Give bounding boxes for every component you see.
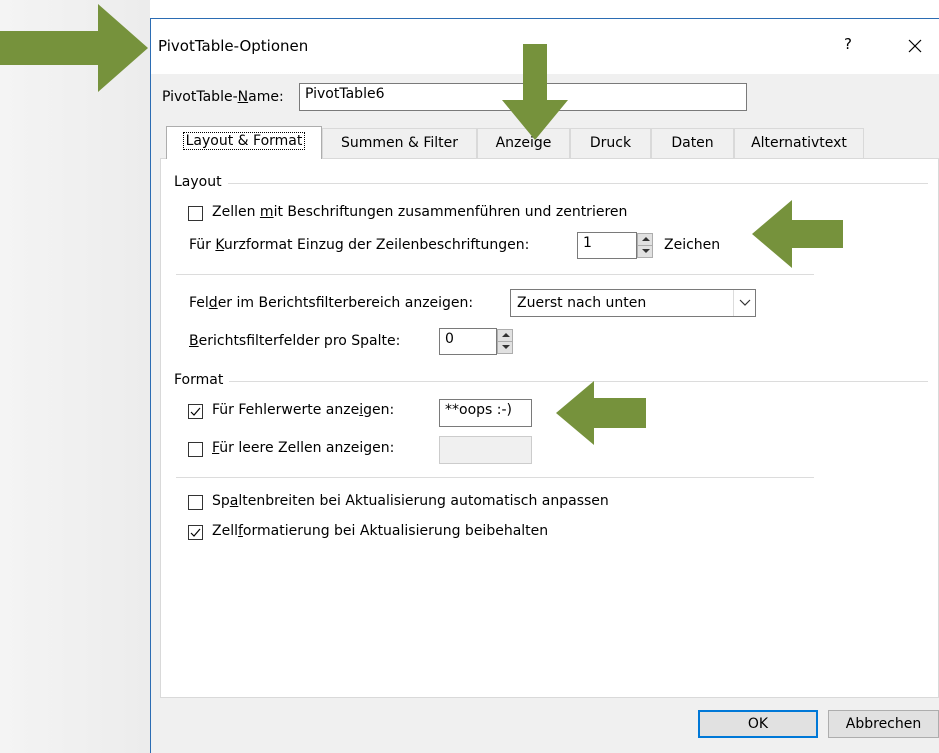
label-part: Zell (212, 523, 238, 539)
preserve-formatting-checkbox[interactable] (188, 525, 203, 540)
preserve-formatting-label: Zellformatierung bei Aktualisierung beib… (212, 523, 548, 539)
format-group-line (176, 381, 928, 382)
label-part: K (215, 237, 224, 253)
error-values-label: Für Fehlerwerte anzeigen: (212, 402, 394, 418)
filter-area-value: Zuerst nach unten (517, 295, 647, 311)
pivottable-name-value: PivotTable6 (305, 86, 385, 102)
empty-cells-checkbox[interactable] (188, 442, 203, 457)
tab-label: Summen & Filter (340, 135, 458, 151)
label-part: m (259, 204, 274, 220)
label-part: ür leere Zellen anzeigen: (219, 440, 395, 456)
label-part: B (189, 333, 199, 349)
empty-cells-label: Für leere Zellen anzeigen: (212, 440, 394, 456)
tab-label: Druck (589, 135, 632, 151)
spin-up-icon[interactable] (498, 330, 512, 342)
help-button[interactable]: ? (836, 35, 860, 59)
pivottable-name-label: PivotTable-Name: (162, 89, 284, 105)
separator (176, 477, 814, 478)
label-part: Zellen (212, 204, 260, 220)
merge-cells-label: Zellen mit Beschriftungen zusammenführen… (212, 204, 627, 220)
tab-label: Alternativtext (751, 135, 847, 151)
label-part: it Beschriftungen zusammenführen und zen… (273, 204, 628, 220)
layout-group-line (176, 183, 928, 184)
layout-group-title: Layout (174, 174, 228, 190)
tab-alternativtext[interactable]: Alternativtext (734, 128, 864, 158)
label-part: urzformat Einzug der Zeilenbeschriftunge… (223, 237, 530, 253)
close-button[interactable] (901, 32, 929, 60)
error-values-checkbox[interactable] (188, 404, 203, 419)
spin-down-icon[interactable] (498, 342, 512, 354)
label-part: N (237, 89, 249, 105)
label-part: ormatierung bei Aktualisierung beibehalt… (242, 523, 549, 539)
indent-unit: Zeichen (664, 237, 721, 253)
merge-cells-checkbox[interactable] (188, 206, 203, 221)
label-part: ame: (248, 89, 284, 105)
autofit-columns-checkbox[interactable] (188, 495, 203, 510)
spin-down-icon[interactable] (638, 246, 652, 258)
background (0, 0, 150, 753)
label-part: ltenbreiten bei Aktualisierung automatis… (238, 493, 609, 509)
checkmark-icon (190, 528, 201, 537)
tab-layout-format[interactable]: Layout & Format (166, 126, 322, 159)
chevron-down-icon[interactable] (733, 290, 755, 316)
label-part: Für (189, 237, 216, 253)
ok-button[interactable]: OK (698, 710, 818, 738)
dialog-title: PivotTable-Optionen (158, 37, 309, 55)
label-part: d (208, 295, 218, 311)
filter-per-column-value: 0 (445, 331, 454, 347)
label-part: Für Fehlerwerte anze (212, 402, 360, 418)
separator (176, 274, 814, 275)
label-part: er im Berichtsfilterbereich anzeigen: (217, 295, 474, 311)
tab-daten[interactable]: Daten (651, 128, 734, 158)
filter-area-select[interactable]: Zuerst nach unten (510, 289, 756, 317)
error-values-value: **oops :-) (445, 402, 512, 418)
empty-cells-input (439, 436, 532, 464)
tab-label: Layout & Format (182, 132, 306, 150)
filter-per-column-input[interactable]: 0 (439, 328, 497, 355)
error-values-input[interactable]: **oops :-) (439, 399, 532, 427)
close-icon (908, 39, 922, 53)
indent-value: 1 (583, 235, 592, 251)
indent-input[interactable]: 1 (577, 232, 637, 259)
annotation-arrow-down (502, 44, 568, 140)
cancel-button[interactable]: Abbrechen (828, 710, 939, 738)
label-part: Sp (212, 493, 230, 509)
tab-druck[interactable]: Druck (570, 128, 651, 158)
indent-spinner[interactable] (637, 233, 653, 258)
spin-up-icon[interactable] (638, 234, 652, 246)
format-group-title: Format (174, 372, 230, 388)
label-part: erichtsfilterfelder pro Spalte: (198, 333, 401, 349)
indent-label: Für Kurzformat Einzug der Zeilenbeschrif… (189, 237, 529, 253)
autofit-columns-label: Spaltenbreiten bei Aktualisierung automa… (212, 493, 609, 509)
tab-summen-filter[interactable]: Summen & Filter (322, 128, 477, 158)
label-part: gen: (363, 402, 395, 418)
filter-per-column-spinner[interactable] (497, 329, 513, 354)
filter-area-label: Felder im Berichtsfilterbereich anzeigen… (189, 295, 473, 311)
tab-label: Daten (671, 135, 714, 151)
annotation-arrow-left (556, 381, 646, 445)
label-part: Fel (189, 295, 209, 311)
checkmark-icon (190, 407, 201, 416)
annotation-arrow-left (752, 200, 843, 268)
annotation-arrow-right (0, 4, 148, 92)
label-part: PivotTable- (162, 89, 238, 105)
filter-per-column-label: Berichtsfilterfelder pro Spalte: (189, 333, 400, 349)
